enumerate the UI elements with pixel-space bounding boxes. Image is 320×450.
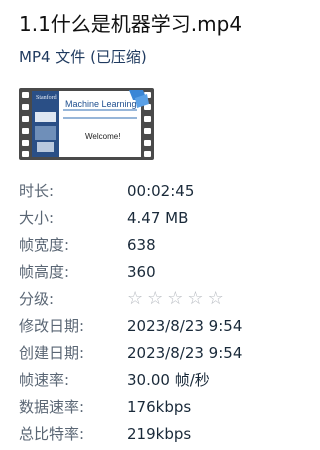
file-type: MP4 文件 (已压缩): [19, 48, 147, 66]
video-thumbnail: Stanford Machine Learning Welcome!: [19, 88, 154, 160]
file-title: 1.1什么是机器学习.mp4: [19, 12, 243, 36]
property-row-frame-width: 帧宽度: 638: [0, 232, 292, 258]
property-label: 总比特率:: [19, 425, 85, 443]
property-value: 638: [127, 236, 156, 254]
rating-stars: ☆☆☆☆☆: [127, 286, 228, 312]
property-label: 帧速率:: [19, 371, 70, 389]
property-label: 帧宽度:: [19, 236, 70, 254]
thumbnail-slide-text: Welcome!: [85, 132, 121, 141]
star-icon[interactable]: ☆: [208, 286, 228, 312]
property-label: 帧高度:: [19, 263, 70, 281]
property-row-modified-date: 修改日期: 2023/8/23 9:54: [0, 313, 292, 339]
property-row-duration: 时长: 00:02:45: [0, 178, 292, 204]
star-icon[interactable]: ☆: [127, 286, 147, 312]
property-value: 30.00 帧/秒: [127, 371, 210, 389]
property-value: 2023/8/23 9:54: [127, 317, 243, 335]
property-label: 数据速率:: [19, 398, 85, 416]
property-label: 分级:: [19, 290, 55, 308]
property-label: 修改日期:: [19, 317, 85, 335]
property-row-created-date: 创建日期: 2023/8/23 9:54: [0, 340, 292, 366]
thumbnail-side-text: Stanford: [36, 95, 57, 101]
property-row-frame-height: 帧高度: 360: [0, 259, 292, 285]
property-label: 大小:: [19, 209, 55, 227]
star-icon[interactable]: ☆: [147, 286, 167, 312]
property-row-data-rate: 数据速率: 176kbps: [0, 394, 292, 420]
star-icon[interactable]: ☆: [167, 286, 187, 312]
property-row-frame-rate: 帧速率: 30.00 帧/秒: [0, 367, 292, 393]
property-value: 2023/8/23 9:54: [127, 344, 243, 362]
property-value: 219kbps: [127, 425, 192, 443]
property-label: 时长:: [19, 182, 55, 200]
property-value: 4.47 MB: [127, 209, 189, 227]
star-icon[interactable]: ☆: [187, 286, 207, 312]
property-row-rating: 分级: ☆☆☆☆☆: [0, 286, 292, 312]
property-value: 176kbps: [127, 398, 192, 416]
property-label: 创建日期:: [19, 344, 85, 362]
thumbnail-slide-title: Machine Learning: [65, 99, 137, 109]
property-row-size: 大小: 4.47 MB: [0, 205, 292, 231]
property-row-total-bitrate: 总比特率: 219kbps: [0, 421, 292, 447]
property-value: 360: [127, 263, 156, 281]
property-value: 00:02:45: [127, 182, 195, 200]
